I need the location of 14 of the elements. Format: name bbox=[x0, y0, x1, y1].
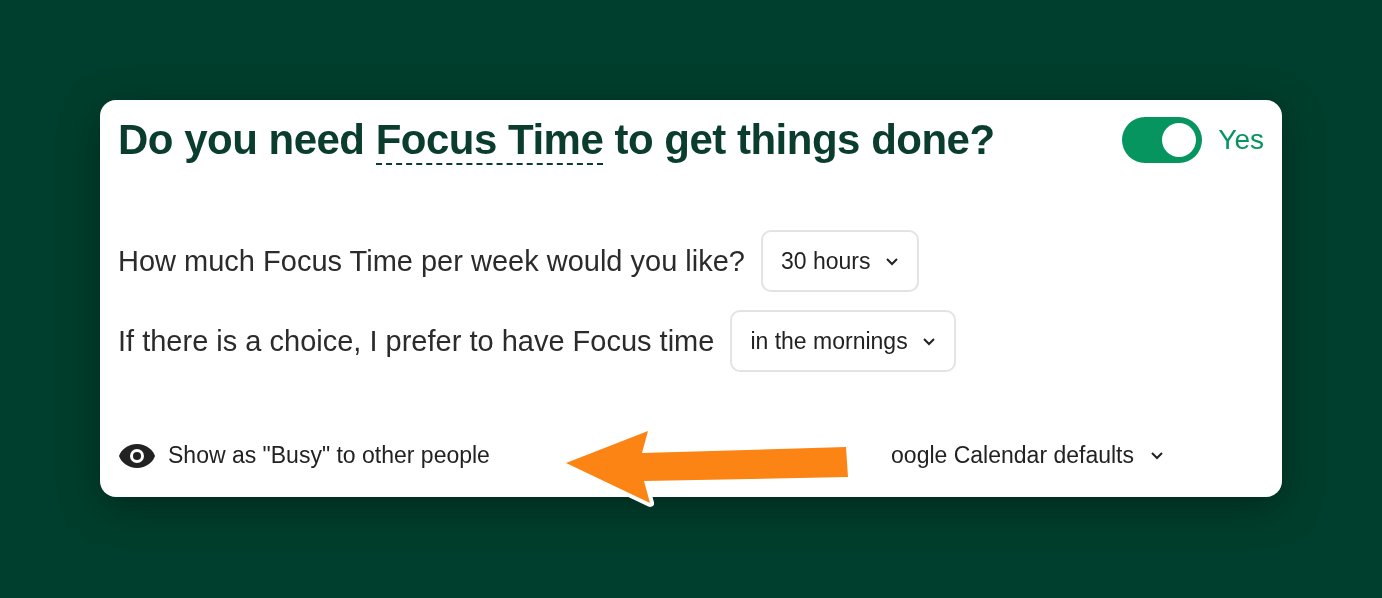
visibility-label: Show as "Busy" to other people bbox=[168, 442, 490, 469]
calendar-defaults-dropdown[interactable]: oogle Calendar defaults bbox=[891, 442, 1164, 469]
chevron-down-icon bbox=[1150, 451, 1164, 460]
chevron-down-icon bbox=[921, 336, 936, 346]
question-label: If there is a choice, I prefer to have Focus time bbox=[118, 324, 715, 358]
toggle-label: Yes bbox=[1218, 124, 1264, 156]
chevron-down-icon bbox=[884, 256, 899, 266]
term-link[interactable]: Focus Time bbox=[375, 116, 604, 165]
eye-icon bbox=[118, 442, 156, 469]
card-title: Do you need Focus Time to get things done? bbox=[118, 116, 995, 164]
question-label: How much Focus Time per week would you like? bbox=[118, 244, 745, 278]
dropdown[interactable]: in the mornings bbox=[730, 310, 956, 372]
dropdown[interactable]: 30 hours bbox=[761, 230, 919, 292]
toggle-switch[interactable] bbox=[1122, 117, 1203, 163]
